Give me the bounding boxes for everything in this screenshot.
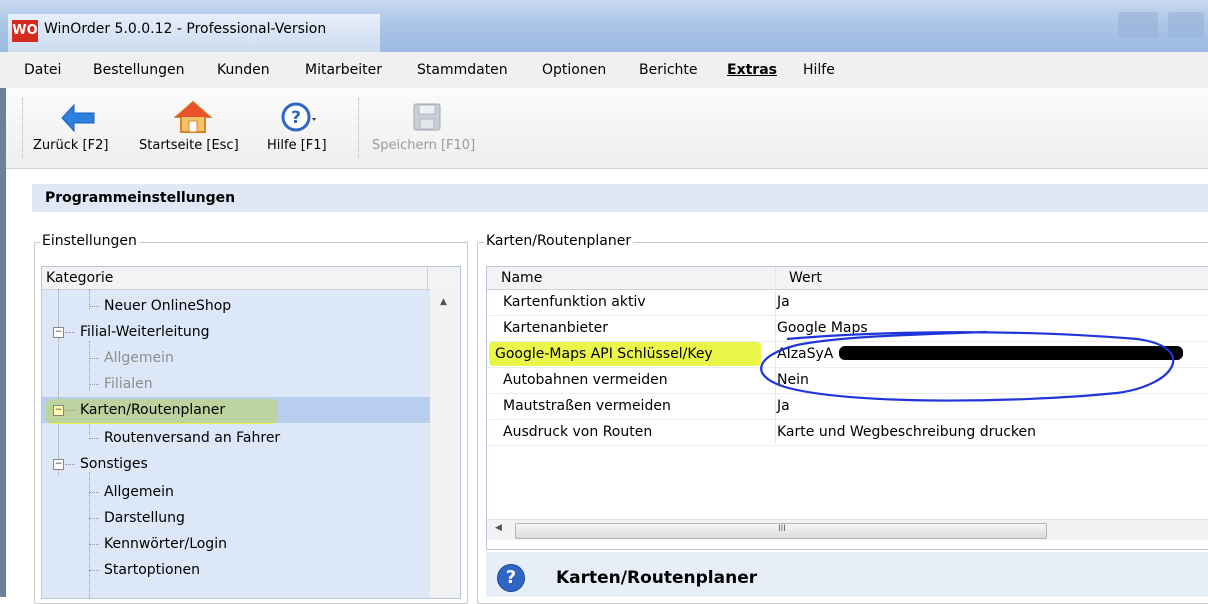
collapse-icon[interactable]: − (53, 459, 64, 470)
settings-tree[interactable]: Kategorie ▲ Neuer OnlineShop − Filial-We… (41, 266, 461, 599)
tree-item-label: Sonstiges (80, 456, 148, 472)
back-label: Zurück [F2] (33, 138, 109, 153)
property-name: Autobahnen vermeiden (503, 372, 668, 388)
home-icon (173, 100, 213, 138)
column-header-value[interactable]: Wert (789, 270, 822, 286)
property-name: Kartenfunktion aktiv (503, 294, 646, 310)
tree-branch (65, 332, 75, 333)
scrollbar-grip: III (778, 524, 786, 534)
page-title: Programmeinstellungen (45, 190, 236, 206)
tree-item-routenversand[interactable]: Routenversand an Fahrer (42, 425, 430, 451)
minimize-button[interactable] (1118, 12, 1158, 38)
tree-item-allgemein[interactable]: Allgemein (42, 345, 430, 371)
tree-branch (65, 410, 75, 411)
menu-extras[interactable]: Extras (727, 62, 777, 78)
menu-kunden[interactable]: Kunden (217, 62, 270, 78)
maximize-button[interactable] (1168, 12, 1204, 38)
tree-item-label: Allgemein (104, 350, 174, 366)
tree-header: Kategorie (42, 267, 460, 290)
collapse-icon[interactable]: − (53, 327, 64, 338)
menu-hilfe[interactable]: Hilfe (803, 62, 835, 78)
menu-mitarbeiter[interactable]: Mitarbeiter (305, 62, 382, 78)
annotation-circle (760, 330, 1175, 402)
properties-grid[interactable]: Name Wert Kartenfunktion aktiv Ja Karten… (486, 266, 1208, 550)
toolbar-separator (358, 98, 359, 158)
properties-group-label: Karten/Routenplaner (484, 233, 634, 249)
grid-header: Name Wert (487, 267, 1208, 290)
column-header-name[interactable]: Name (501, 270, 542, 286)
back-arrow-icon (60, 103, 96, 137)
scrollbar-thumb[interactable]: III (515, 523, 1047, 539)
tree-item-label: Routenversand an Fahrer (104, 430, 281, 446)
tree-branch (89, 492, 99, 493)
menu-optionen[interactable]: Optionen (542, 62, 606, 78)
help-icon: ? (281, 101, 317, 137)
tree-item-sonstiges[interactable]: − Sonstiges (42, 451, 430, 477)
property-name: Google-Maps API Schlüssel/Key (495, 346, 713, 362)
scroll-up-arrow-icon[interactable]: ▲ (440, 297, 447, 307)
horizontal-scrollbar[interactable]: ◀ III (487, 519, 1208, 540)
tree-branch (89, 518, 99, 519)
property-name: Ausdruck von Routen (503, 424, 653, 440)
tree-item-label: Filialen (104, 376, 153, 392)
tree-branch (89, 544, 99, 545)
tree-branch (89, 438, 99, 439)
property-name: Kartenanbieter (503, 320, 608, 336)
tree-item-label: Karten/Routenplaner (80, 402, 226, 418)
info-title: Karten/Routenplaner (556, 568, 758, 588)
tree-item-label: Allgemein (104, 484, 174, 500)
tree-item-label: Startoptionen (104, 562, 200, 578)
tree-branch (89, 384, 99, 385)
property-row[interactable]: Ausdruck von Routen Karte und Wegbeschre… (487, 419, 1208, 446)
tree-branch (89, 570, 99, 571)
property-value[interactable]: Ja (777, 294, 790, 310)
home-label: Startseite [Esc] (139, 138, 239, 153)
save-label: Speichern [F10] (372, 138, 476, 153)
info-help-icon: ? (497, 564, 525, 592)
menu-bestellungen[interactable]: Bestellungen (93, 62, 185, 78)
tree-item-filial-weiterleitung[interactable]: − Filial-Weiterleitung (42, 319, 430, 345)
tree-item-allgemein[interactable]: Allgemein (42, 479, 430, 505)
menu-berichte[interactable]: Berichte (639, 62, 698, 78)
window-left-edge (0, 88, 6, 597)
window-title: WinOrder 5.0.0.12 - Professional-Version (44, 21, 327, 37)
svg-text:?: ? (291, 108, 301, 128)
toolbar-grip (22, 98, 23, 158)
tree-item-label: Kennwörter/Login (104, 536, 227, 552)
scroll-left-arrow-icon[interactable]: ◀ (495, 523, 502, 533)
tree-branch (89, 306, 99, 307)
save-disk-icon (412, 102, 442, 136)
tree-header-divider (427, 267, 428, 289)
tree-item-label: Neuer OnlineShop (104, 298, 232, 314)
tree-item-karten-routenplaner[interactable]: − Karten/Routenplaner (42, 397, 430, 423)
tree-column-header[interactable]: Kategorie (46, 270, 113, 286)
property-name: Mautstraßen vermeiden (503, 398, 671, 414)
tree-branch (89, 358, 99, 359)
collapse-icon[interactable]: − (53, 405, 64, 416)
tree-item-kennwoerter-login[interactable]: Kennwörter/Login (42, 531, 430, 557)
menu-datei[interactable]: Datei (24, 62, 61, 78)
tree-item-label: Darstellung (104, 510, 185, 526)
tree-item-startoptionen[interactable]: Startoptionen (42, 557, 430, 583)
tree-item-filialen[interactable]: Filialen (42, 371, 430, 397)
tree-item-darstellung[interactable]: Darstellung (42, 505, 430, 531)
tree-item-neuer-onlineshop[interactable]: Neuer OnlineShop (42, 293, 430, 319)
tree-item-label: Filial-Weiterleitung (80, 324, 210, 340)
property-value[interactable]: Karte und Wegbeschreibung drucken (777, 424, 1036, 440)
menu-stammdaten[interactable]: Stammdaten (417, 62, 508, 78)
property-row[interactable]: Kartenfunktion aktiv Ja (487, 289, 1208, 316)
app-logo: WO (12, 20, 38, 42)
tree-scrollbar[interactable] (430, 289, 460, 598)
tree-branch (65, 464, 75, 465)
help-label: Hilfe [F1] (267, 138, 327, 153)
settings-group-label: Einstellungen (40, 233, 139, 249)
